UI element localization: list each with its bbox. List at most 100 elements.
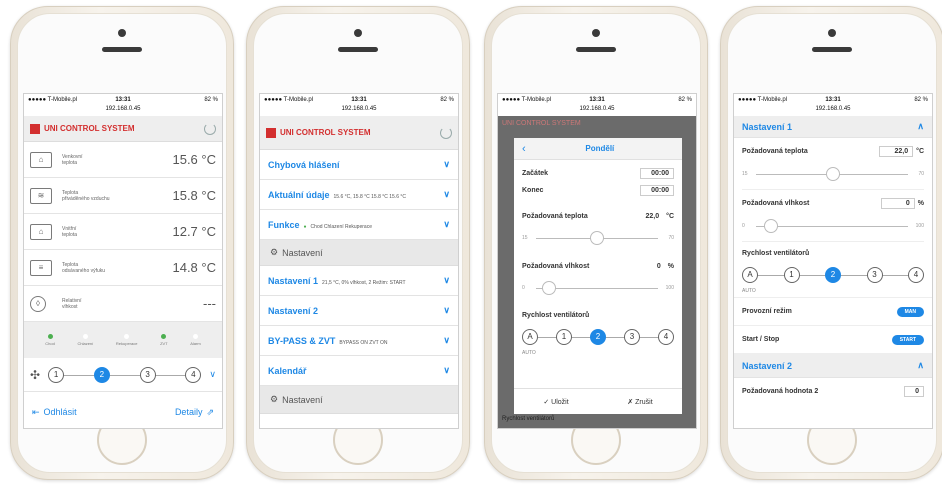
- fan-speed-3[interactable]: 3: [624, 329, 640, 345]
- house-icon: ⌂: [30, 223, 52, 240]
- cancel-button[interactable]: ✗ Zrušit: [627, 398, 652, 406]
- value2-input[interactable]: 0: [904, 385, 924, 397]
- hum-row: Požadovaná vlhkost 0%: [734, 190, 932, 216]
- temp-slider[interactable]: 15 70: [742, 164, 924, 190]
- screen-dashboard: ●●●●● T-Mobile.pl 13:31 192.168.0.45 82 …: [23, 93, 223, 429]
- fan-speed-4[interactable]: 4: [658, 329, 674, 345]
- refresh-icon[interactable]: [204, 122, 216, 135]
- url: 192.168.0.45: [105, 106, 141, 112]
- gear-icon: ⚙: [270, 247, 279, 257]
- fan-label: Rychlost ventilátorů: [742, 249, 810, 257]
- section-calendar[interactable]: Kalendář ∨: [260, 356, 458, 386]
- hum-input[interactable]: 0: [880, 197, 915, 209]
- start-row: Začátek 00:00: [514, 164, 682, 182]
- status-bar: ●●●●● T-Mobile.pl 13:31 192.168.0.45 82 …: [734, 94, 932, 116]
- save-button[interactable]: ✓ Uložit: [543, 398, 568, 406]
- section-title: Nastavení 2: [268, 305, 319, 316]
- fan-speed-2[interactable]: 2: [590, 329, 606, 345]
- slider-max: 70: [918, 171, 924, 177]
- list-item: ≋ Teplota přiváděného vzduchu 15.8 °C: [24, 178, 222, 214]
- logout-button[interactable]: Odhlásit: [44, 407, 175, 417]
- speaker: [102, 47, 142, 52]
- temp-row: Požadovaná teplota 22,0 °C: [514, 204, 682, 228]
- chevron-down-icon: ∨: [443, 219, 450, 229]
- row-value: 15.8 °C: [172, 188, 216, 203]
- section-settings-1[interactable]: Nastavení 1 21,5 °C, 0% vlhkost, 2 Režim:…: [260, 266, 458, 296]
- value2-label: Požadovaná hodnota 2: [742, 387, 819, 395]
- details-button[interactable]: Detaily: [175, 407, 203, 417]
- temp-input[interactable]: 22,0: [629, 211, 664, 221]
- fan-row: Rychlost ventilátorů: [734, 242, 932, 264]
- section-settings-2[interactable]: Nastavení 2 ∧: [734, 354, 932, 378]
- list-item: ⌂ Venkovní teplota 15.6 °C: [24, 142, 222, 178]
- indicator-zvt: ZVT: [160, 334, 168, 346]
- list-item: ≡ Teplota odsávaného výfuku 14.8 °C: [24, 250, 222, 286]
- chevron-down-icon: ∨: [443, 305, 450, 315]
- section-current-data[interactable]: Aktuální údaje 15.6 °C, 15.8 °C 15.8 °C 1…: [260, 180, 458, 210]
- section-title: Kalendář: [268, 365, 307, 376]
- row-sublabel: vlhkost: [62, 303, 78, 310]
- hum-unit: %: [667, 262, 674, 270]
- start-button[interactable]: START: [891, 334, 924, 345]
- fan-speed-1[interactable]: 1: [48, 366, 65, 383]
- fan-speed-1[interactable]: 1: [783, 267, 800, 283]
- slider-knob[interactable]: [764, 219, 778, 233]
- temp-slider[interactable]: 15 70: [522, 228, 674, 248]
- section-bypass[interactable]: BY-PASS & ZVT BYPASS ON ZVT ON ∨: [260, 326, 458, 356]
- battery: 82 %: [678, 97, 692, 103]
- slider-knob[interactable]: [826, 167, 840, 181]
- fan-speed-4[interactable]: 4: [908, 267, 924, 283]
- function-dot: ●: [303, 223, 307, 230]
- status-bar: ●●●●● T-Mobile.pl 13:31 192.168.0.45 82 …: [498, 94, 696, 116]
- url: 192.168.0.45: [815, 106, 851, 112]
- slider-knob[interactable]: [542, 281, 556, 295]
- section-title: Nastavení 1: [268, 275, 319, 286]
- brand-title-behind: UNI CONTROL SYSTEM: [502, 120, 581, 127]
- fan-icon: ✣: [30, 367, 41, 382]
- fan-speed-3[interactable]: 3: [139, 366, 156, 383]
- exhaust-icon: ≡: [30, 259, 52, 276]
- start-label: Začátek: [522, 169, 549, 177]
- section-errors[interactable]: Chybová hlášení ∨: [260, 150, 458, 180]
- indicator-cooling: Chlazení: [77, 334, 93, 346]
- slider-min: 0: [742, 223, 745, 229]
- status-indicators: Chod Chlazení Rekuperace ZVT Alarm: [24, 322, 222, 358]
- fan-speed-3[interactable]: 3: [866, 267, 883, 283]
- url: 192.168.0.45: [341, 106, 377, 112]
- fan-speed-auto[interactable]: A: [522, 329, 538, 345]
- settings-divider: ⚙ Nastavení: [260, 386, 458, 414]
- fan-speed-1[interactable]: 1: [556, 329, 572, 345]
- logo-icon: [266, 127, 276, 138]
- hum-unit: %: [917, 199, 924, 207]
- indicator-recovery: Rekuperace: [116, 334, 137, 346]
- mode-button[interactable]: MAN: [896, 306, 924, 317]
- start-time-input[interactable]: 00:00: [640, 167, 674, 179]
- end-time-input[interactable]: 00:00: [640, 184, 674, 196]
- chevron-down-icon[interactable]: ∨: [209, 369, 216, 380]
- indicator-run: Chod: [45, 334, 55, 346]
- chevron-down-icon: ∨: [443, 159, 450, 169]
- clock: 13:31: [589, 97, 605, 103]
- app-header: UNI CONTROL SYSTEM: [260, 116, 458, 150]
- camera: [828, 29, 836, 37]
- row-sublabel: přiváděného vzduchu: [62, 195, 110, 202]
- row-value: 14.8 °C: [172, 260, 216, 275]
- section-functions[interactable]: Funkce ● Chod Chlazení Rekuperace ∨: [260, 210, 458, 240]
- fan-speed-2[interactable]: 2: [825, 267, 841, 283]
- logout-icon[interactable]: ⇤: [32, 407, 40, 418]
- fan-speed-2[interactable]: 2: [93, 366, 110, 383]
- footer: ⇤ Odhlásit Detaily ⇗: [24, 392, 222, 428]
- section-settings-1[interactable]: Nastavení 1 ∧: [734, 116, 932, 138]
- refresh-icon[interactable]: [440, 126, 452, 139]
- hum-slider[interactable]: 0 100: [522, 278, 674, 298]
- fan-speed-4[interactable]: 4: [185, 366, 202, 383]
- share-icon[interactable]: ⇗: [206, 407, 214, 418]
- hum-input[interactable]: 0: [630, 261, 665, 271]
- slider-knob[interactable]: [590, 231, 604, 245]
- temp-input[interactable]: 22,0: [879, 145, 914, 157]
- hum-slider[interactable]: 0 100: [742, 216, 924, 242]
- fan-speed-auto[interactable]: A: [742, 267, 758, 283]
- section-settings-2[interactable]: Nastavení 2 ∨: [260, 296, 458, 326]
- section-title: Funkce: [268, 219, 300, 230]
- hum-label: Požadovaná vlhkost: [742, 199, 810, 207]
